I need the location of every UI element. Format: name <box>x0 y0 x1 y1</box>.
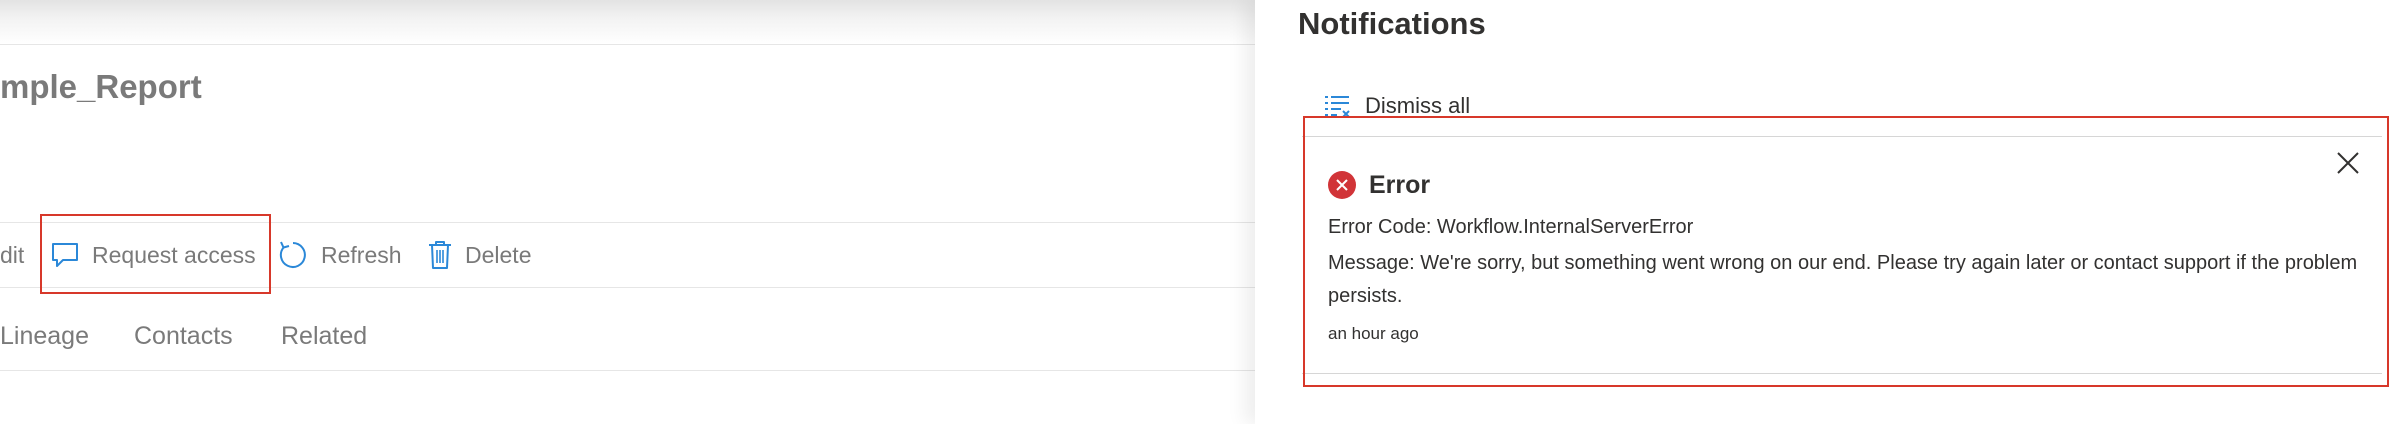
notification-highlight <box>1303 116 2389 387</box>
refresh-button[interactable]: Refresh <box>277 223 402 287</box>
delete-label: Delete <box>465 241 532 268</box>
request-access-highlight <box>40 214 271 294</box>
edit-label: dit <box>0 241 25 268</box>
background-page: mple_Report dit Request access Refresh D… <box>0 0 1255 424</box>
delete-button[interactable]: Delete <box>427 223 531 287</box>
refresh-label: Refresh <box>321 241 402 268</box>
top-header-shadow <box>0 0 1255 45</box>
refresh-icon <box>279 241 306 268</box>
tab-contacts[interactable]: Contacts <box>134 322 233 351</box>
tab-related[interactable]: Related <box>281 322 367 351</box>
tab-lineage[interactable]: Lineage <box>0 322 89 351</box>
tabs-divider <box>0 370 1255 371</box>
panel-title: Notifications <box>1298 6 1486 41</box>
page-title: mple_Report <box>0 68 202 105</box>
trash-icon <box>429 241 451 269</box>
notifications-panel: Notifications Dismiss all Error Error Co… <box>1255 0 2400 424</box>
edit-button[interactable]: dit <box>0 223 24 287</box>
